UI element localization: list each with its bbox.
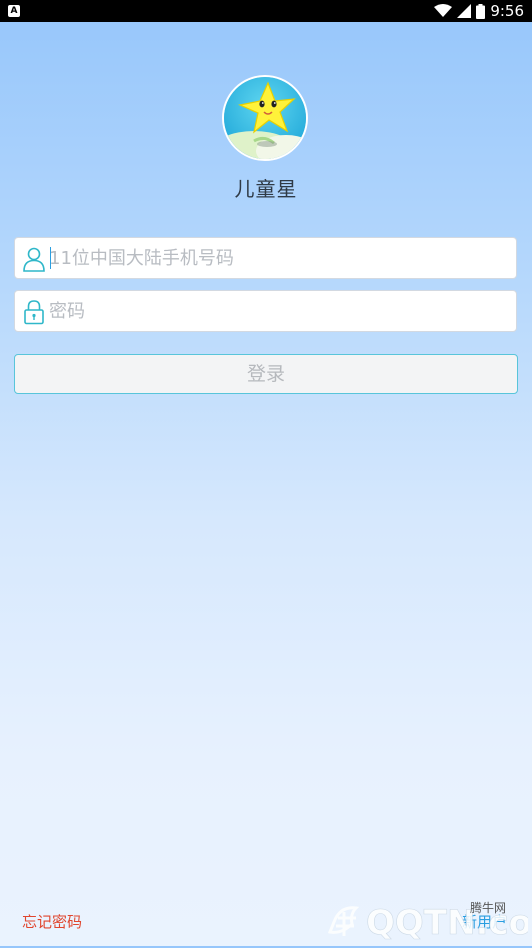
- wifi-icon: [434, 4, 453, 17]
- forgot-password-link[interactable]: 忘记密码: [22, 911, 82, 932]
- phone-input[interactable]: [49, 238, 509, 278]
- app-name: 儿童星: [234, 177, 298, 201]
- status-time: 9:56: [490, 2, 524, 20]
- signal-icon: [457, 4, 472, 18]
- status-bar: A 9:56: [0, 0, 532, 22]
- password-field[interactable]: [14, 290, 517, 332]
- lock-icon: [24, 300, 44, 325]
- watermark: QQTN.com 腾牛网: [322, 892, 532, 944]
- star-mascot-icon: [224, 77, 306, 159]
- app-logo-avatar: [222, 75, 308, 161]
- user-icon: [23, 247, 45, 272]
- status-bar-right: 9:56: [434, 2, 524, 20]
- battery-icon: [476, 3, 486, 19]
- login-button[interactable]: 登录: [14, 354, 518, 394]
- watermark-logo-icon: QQTN.com 腾牛网: [327, 900, 532, 943]
- watermark-text: 腾牛网: [470, 900, 506, 915]
- phone-field[interactable]: [14, 237, 517, 279]
- notification-app-icon: A: [8, 5, 20, 17]
- password-input[interactable]: [49, 291, 509, 331]
